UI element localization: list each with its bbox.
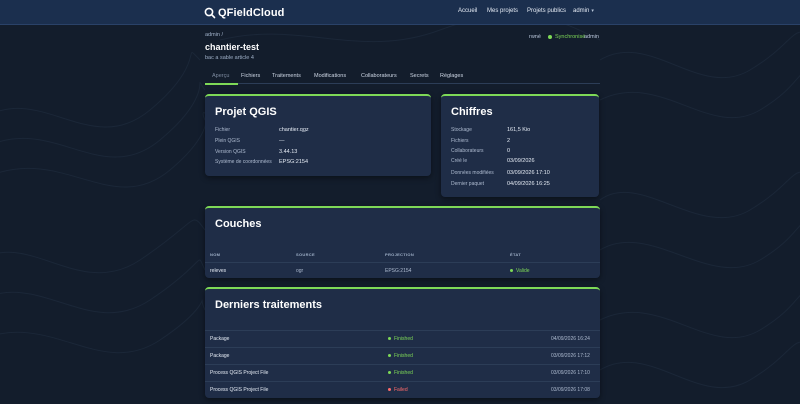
job-status-badge: Finished <box>388 353 413 359</box>
qgis-label-file: Fichier <box>215 127 231 133</box>
figures-value-storage: 161,5 Kio <box>507 127 531 133</box>
layers-header-source: SOURCE <box>296 252 315 257</box>
figures-value-collaborators: 0 <box>507 148 511 154</box>
brand-logo[interactable]: QFieldCloud <box>204 5 284 20</box>
figures-label-collaborators: Collaborateurs <box>451 148 484 154</box>
job-name: Package <box>210 336 230 342</box>
layers-header-name: NOM <box>210 252 221 257</box>
status-dot-icon <box>388 371 391 375</box>
tab-overview[interactable]: Aperçu <box>212 73 229 79</box>
job-status-badge: Finished <box>388 336 413 342</box>
qgis-value-crs: EPSG:2154 <box>279 159 309 165</box>
active-tab-indicator <box>205 83 238 85</box>
job-date: 04/09/2026 16:24 <box>551 336 590 342</box>
qfield-logo-icon <box>204 7 216 18</box>
brand-name: QFieldCloud <box>218 6 285 19</box>
tab-secrets[interactable]: Secrets <box>410 73 429 79</box>
nav-public-projects[interactable]: Projets publics <box>527 8 566 14</box>
status-dot-icon <box>388 354 391 358</box>
job-name: Process QGIS Project File <box>210 387 269 393</box>
page-title: chantier-test <box>205 42 260 52</box>
figures-label-created: Créé le <box>451 158 468 164</box>
job-date: 03/09/2026 17:10 <box>551 370 590 376</box>
qgis-project-card: Projet QGIS Fichier chantier.qgz Plein Q… <box>205 94 431 176</box>
project-owner: admin <box>584 34 599 40</box>
qgis-value-full: — <box>279 138 285 144</box>
job-date: 03/09/2026 17:08 <box>551 387 590 393</box>
recent-jobs-card: Derniers traitements Package Finished 04… <box>205 287 600 398</box>
figures-label-storage: Stockage <box>451 127 472 133</box>
project-tabs: Aperçu Fichiers Traitements Modification… <box>205 69 600 84</box>
qgis-label-crs: Système de coordonnées <box>215 159 272 165</box>
figures-card-title: Chiffres <box>451 106 493 118</box>
job-name: Process QGIS Project File <box>210 370 269 376</box>
status-dot-icon <box>388 388 391 392</box>
breadcrumb[interactable]: admin / <box>205 32 223 38</box>
project-description: bac a sable article 4 <box>205 55 254 61</box>
user-menu-label: admin <box>573 8 590 14</box>
layer-status-label: Valide <box>516 268 530 274</box>
layer-status-badge: Valide <box>510 268 530 274</box>
qgis-card-title: Projet QGIS <box>215 106 277 118</box>
tab-collaborators[interactable]: Collaborateurs <box>361 73 397 79</box>
tab-settings[interactable]: Réglages <box>440 73 463 79</box>
figures-value-files: 2 <box>507 138 511 144</box>
table-row[interactable]: Process QGIS Project File Failed 03/09/2… <box>205 381 600 398</box>
tab-changes[interactable]: Modifications <box>314 73 346 79</box>
layers-header-state: ÉTAT <box>510 252 522 257</box>
jobs-card-title: Derniers traitements <box>215 299 322 311</box>
qgis-label-version: Version QGIS <box>215 149 246 155</box>
figures-label-files: Fichiers <box>451 138 469 144</box>
user-menu[interactable]: admin ▾ <box>573 8 594 14</box>
layer-projection: EPSG:2154 <box>385 268 412 274</box>
table-row[interactable]: Package Finished 04/09/2026 16:24 <box>205 330 600 347</box>
job-status-badge: Failed <box>388 387 408 393</box>
status-dot-icon <box>388 337 391 341</box>
table-row[interactable]: Process QGIS Project File Finished 03/09… <box>205 364 600 381</box>
chevron-down-icon: ▾ <box>591 8 594 14</box>
nav-my-projects[interactable]: Mes projets <box>487 8 518 14</box>
layer-source: ogr <box>296 268 304 274</box>
layers-card-title: Couches <box>215 218 262 230</box>
figures-card: Chiffres Stockage 161,5 Kio Fichiers 2 C… <box>441 94 599 197</box>
job-date: 03/09/2026 17:12 <box>551 353 590 359</box>
tab-files[interactable]: Fichiers <box>241 73 260 79</box>
qgis-value-file: chantier.qgz <box>279 127 309 133</box>
job-status-badge: Finished <box>388 370 413 376</box>
top-navbar: QFieldCloud Accueil Mes projets Projets … <box>0 0 800 25</box>
job-status-label: Finished <box>394 336 413 342</box>
figures-value-created: 03/09/2026 <box>507 158 535 164</box>
layers-card: Couches NOM SOURCE PROJECTION ÉTAT relev… <box>205 206 600 278</box>
tab-jobs[interactable]: Traitements <box>272 73 301 79</box>
table-row[interactable]: Package Finished 03/09/2026 17:12 <box>205 347 600 364</box>
sync-status-badge: Synchronisé <box>548 34 585 40</box>
status-dot-icon <box>510 269 513 273</box>
project-tag: rwné <box>529 34 541 40</box>
figures-label-data-modified: Données modifiées <box>451 170 494 176</box>
qgis-value-version: 3.44.13 <box>279 149 298 155</box>
layers-header-projection: PROJECTION <box>385 252 415 257</box>
table-row: releves ogr EPSG:2154 Valide <box>205 262 600 278</box>
layer-name: releves <box>210 268 227 274</box>
figures-value-data-modified: 03/09/2026 17:10 <box>507 170 550 176</box>
job-status-label: Failed <box>394 387 408 393</box>
status-dot-icon <box>548 34 552 39</box>
job-status-label: Finished <box>394 370 413 376</box>
job-status-label: Finished <box>394 353 413 359</box>
nav-home[interactable]: Accueil <box>458 8 477 14</box>
sync-status-label: Synchronisé <box>555 34 586 40</box>
qgis-label-full: Plein QGIS <box>215 138 241 144</box>
figures-value-last-package: 04/09/2026 16:25 <box>507 181 550 187</box>
figures-label-last-package: Dernier paquet <box>451 181 485 187</box>
job-name: Package <box>210 353 230 359</box>
